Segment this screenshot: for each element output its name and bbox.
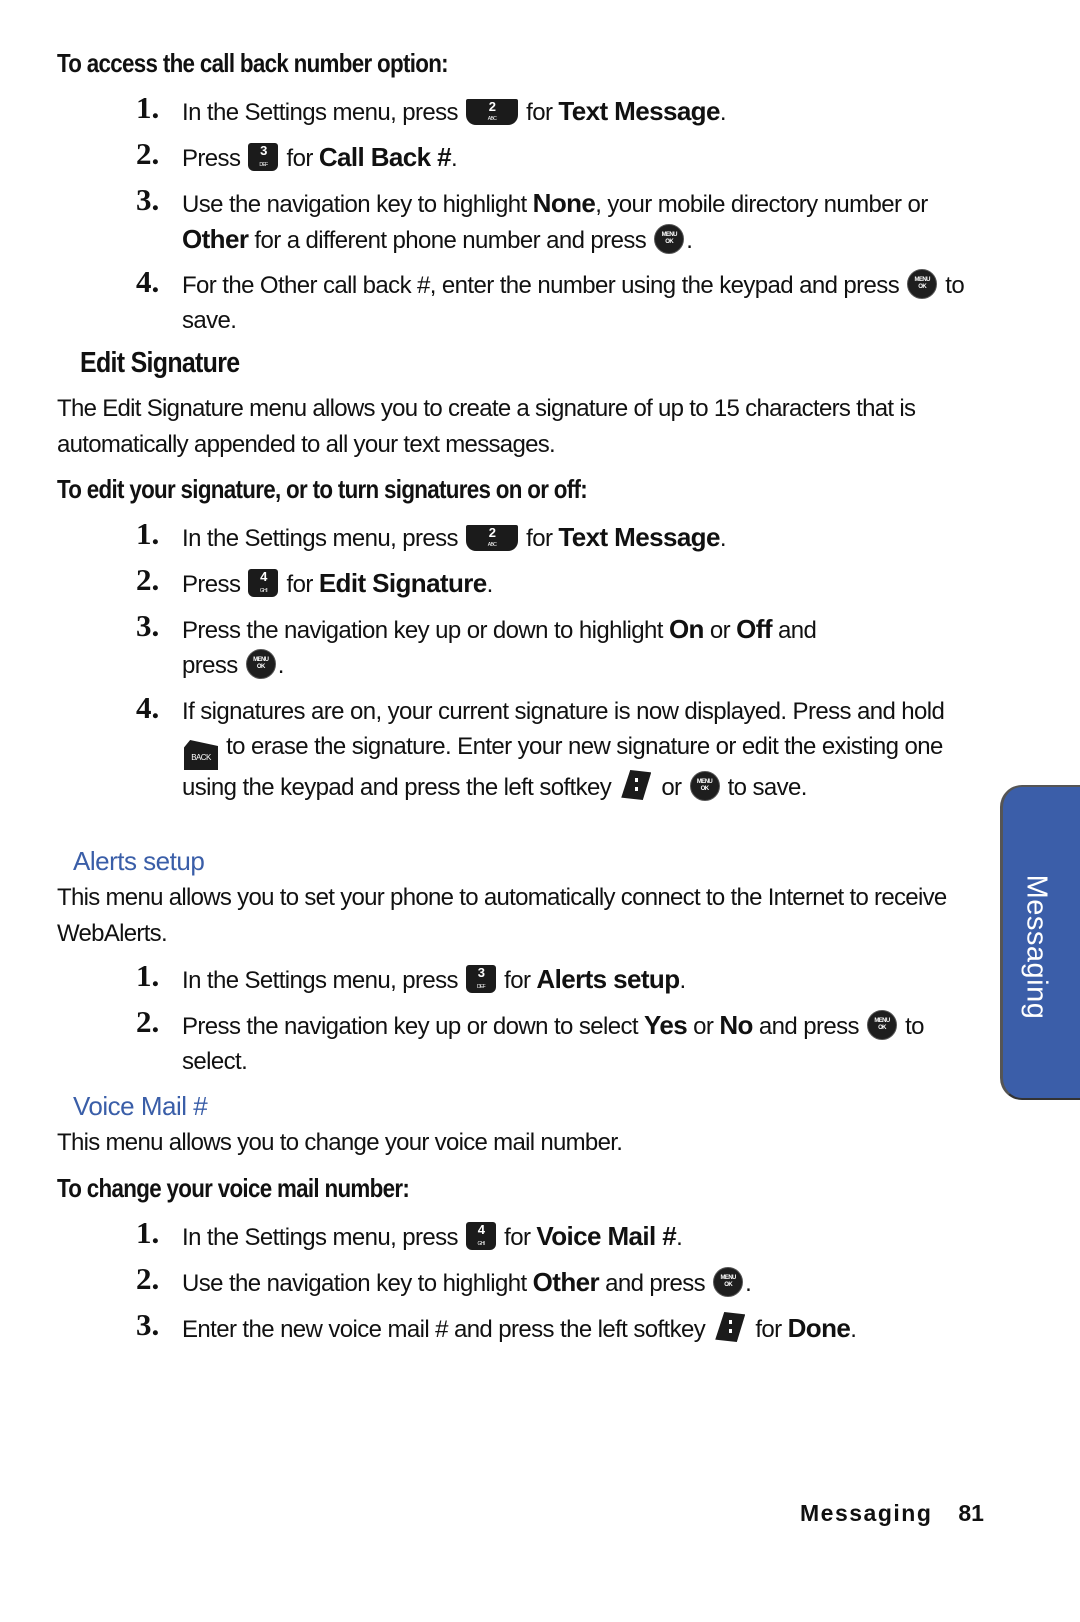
menu-option: On	[668, 614, 705, 644]
key-4-icon: 4 GHI	[248, 569, 279, 597]
menu-ok-button-icon: MENU OK	[654, 224, 685, 254]
chapter-tab-label: Messaging	[1020, 874, 1053, 1020]
page-number: 81	[958, 1500, 984, 1526]
step-number: 3.	[136, 1307, 160, 1342]
procedure-heading-voice-mail: To change your voice mail number:	[57, 1173, 410, 1203]
step-item: 4. For the Other call back #, enter the …	[136, 264, 965, 334]
page-footer: Messaging 81	[800, 1500, 984, 1527]
key-2-icon: 2 ABC	[466, 99, 519, 125]
step-number: 4.	[136, 690, 160, 725]
key-3-icon: 3 DEF	[248, 143, 279, 171]
step-item: 4. If signatures are on, your current si…	[136, 690, 945, 801]
menu-option: Voice Mail #	[536, 1221, 677, 1251]
menu-ok-button-icon: MENU OK	[689, 771, 720, 801]
menu-ok-button-icon: MENU OK	[907, 269, 938, 299]
left-softkey-icon	[715, 1312, 746, 1342]
procedure-heading-edit-signature: To edit your signature, or to turn signa…	[57, 474, 588, 504]
step-item: 3. Use the navigation key to highlight N…	[136, 182, 928, 254]
menu-option: None	[532, 188, 596, 218]
menu-option: Done	[787, 1313, 851, 1343]
step-item: 2. Press 3 DEF for Call Back #.	[136, 136, 458, 172]
step-item: 1. In the Settings menu, press 2 ABC for …	[136, 90, 727, 126]
step-item: 3. Enter the new voice mail # and press …	[136, 1307, 857, 1343]
step-number: 2.	[136, 562, 160, 597]
step-item: 3. Press the navigation key up or down t…	[136, 608, 817, 679]
menu-ok-button-icon: MENU OK	[713, 1267, 744, 1297]
menu-option: Edit Signature	[318, 568, 487, 598]
step-number: 4.	[136, 264, 160, 299]
section-description: This menu allows you to set your phone t…	[57, 884, 947, 947]
step-number: 1.	[136, 516, 160, 551]
step-item: 1. In the Settings menu, press 4 GHI for …	[136, 1215, 683, 1251]
step-text: In the Settings menu, press	[182, 99, 459, 126]
section-title-edit-signature: Edit Signature	[80, 347, 240, 379]
section-description: The Edit Signature menu allows you to cr…	[57, 395, 916, 458]
step-number: 2.	[136, 136, 160, 171]
step-number: 2.	[136, 1261, 160, 1296]
step-item: 2. Use the navigation key to highlight O…	[136, 1261, 752, 1297]
section-description: This menu allows you to change your voic…	[57, 1129, 623, 1156]
menu-ok-button-icon: MENU OK	[866, 1010, 897, 1040]
menu-option: Call Back #	[318, 142, 452, 172]
key-3-icon: 3 DEF	[466, 965, 497, 993]
menu-option: Alerts setup	[536, 964, 680, 994]
menu-option: Other	[182, 224, 249, 254]
step-number: 1.	[136, 90, 160, 125]
step-text: Press	[182, 145, 241, 172]
step-number: 2.	[136, 1004, 160, 1039]
menu-option: Text Message	[558, 96, 720, 126]
step-number: 3.	[136, 182, 160, 217]
step-item: 1. In the Settings menu, press 2 ABC for …	[136, 516, 727, 552]
menu-option: No	[719, 1010, 753, 1040]
footer-section-name: Messaging	[800, 1500, 933, 1526]
menu-ok-button-icon: MENU OK	[245, 649, 276, 679]
section-title-alerts-setup: Alerts setup	[73, 846, 205, 876]
key-2-icon: 2 ABC	[466, 525, 519, 551]
step-number: 1.	[136, 958, 160, 993]
step-number: 1.	[136, 1215, 160, 1250]
back-key-icon: BACK	[184, 740, 218, 770]
menu-option: Off	[736, 614, 772, 644]
chapter-side-tab: Messaging	[1000, 785, 1080, 1100]
step-number: 3.	[136, 608, 160, 643]
step-item: 2. Press the navigation key up or down t…	[136, 1004, 924, 1075]
step-item: 2. Press 4 GHI for Edit Signature.	[136, 562, 493, 598]
menu-option: Text Message	[558, 522, 720, 552]
key-4-icon: 4 GHI	[466, 1222, 497, 1250]
left-softkey-icon	[621, 770, 652, 800]
section-title-voice-mail: Voice Mail #	[73, 1091, 208, 1121]
procedure-heading-call-back: To access the call back number option:	[57, 48, 449, 78]
step-item: 1. In the Settings menu, press 3 DEF for …	[136, 958, 686, 994]
menu-option: Other	[532, 1267, 600, 1297]
menu-option: Yes	[644, 1010, 688, 1040]
